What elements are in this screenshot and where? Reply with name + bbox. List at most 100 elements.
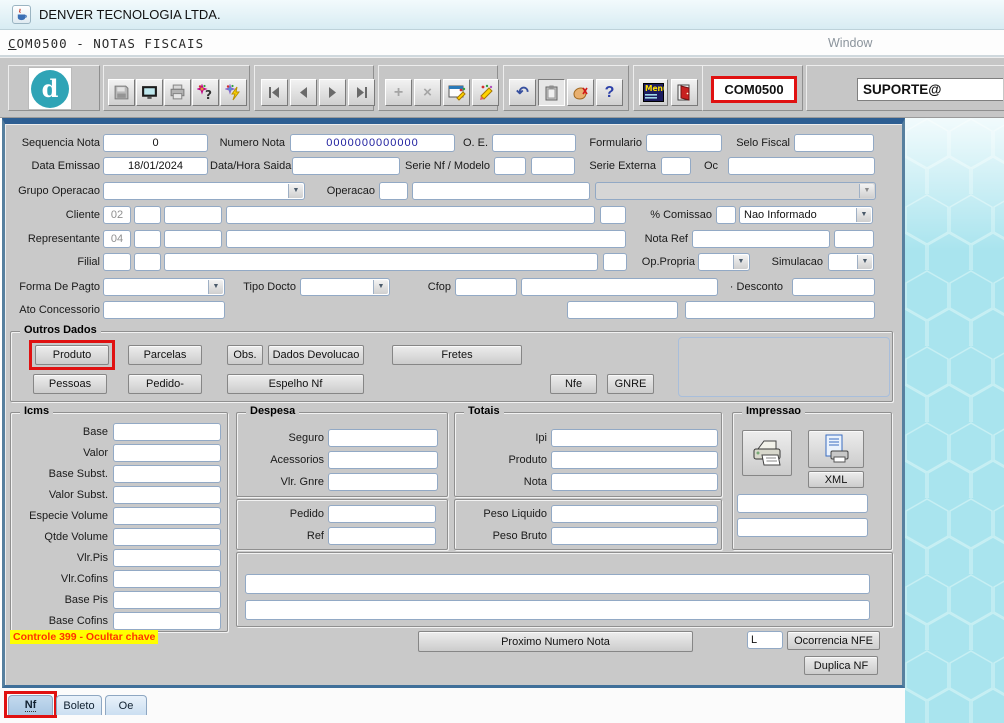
espelho-nf-button[interactable]: Espelho Nf [227,374,364,394]
field-vlr-pis[interactable] [113,549,221,567]
query-help-button[interactable]: ? [192,79,219,106]
field-desconto[interactable] [792,278,875,296]
tab-nf[interactable]: Nf [8,695,53,715]
xml-button[interactable]: XML [808,471,864,488]
field-total-produto[interactable] [551,451,718,469]
field-cfop-desc[interactable] [521,278,718,296]
dropdown-comissao[interactable]: Nao Informado ▼ [739,206,873,224]
cancel-button[interactable] [567,79,594,106]
field-base-cofins[interactable] [113,612,221,630]
obs-button[interactable]: Obs. [227,345,263,365]
field-icms-valor-subst[interactable] [113,486,221,504]
field-pedido[interactable] [328,505,436,523]
field-ato-extra1[interactable] [567,301,678,319]
field-observacao-2[interactable] [245,600,870,620]
field-icms-base-subst[interactable] [113,465,221,483]
field-impressao-2[interactable] [737,518,868,537]
field-ipi[interactable] [551,429,718,447]
field-nota-ref-serie[interactable] [834,230,874,248]
save-button[interactable] [108,79,135,106]
field-qtde-volume[interactable] [113,528,221,546]
prev-record-button[interactable] [290,79,317,106]
chevron-down-icon[interactable]: ▼ [856,208,871,222]
execute-button[interactable] [220,79,247,106]
field-cliente-uf[interactable] [600,206,626,224]
exit-button[interactable] [671,79,698,106]
field-l[interactable]: L [747,631,783,649]
field-ato-extra2[interactable] [685,301,875,319]
delete-record-button[interactable]: × [414,79,441,106]
field-cliente-tipo[interactable]: 02 [103,206,131,224]
field-cliente-cod1[interactable] [134,206,161,224]
field-serie-nf[interactable] [494,157,526,175]
pessoas-button[interactable]: Pessoas [33,374,107,394]
field-numero-nota[interactable]: 0000000000000 [290,134,455,152]
imprimir-button[interactable] [742,430,792,476]
field-icms-base[interactable] [113,423,221,441]
field-representante-tipo[interactable]: 04 [103,230,131,248]
field-selo-fiscal[interactable] [794,134,874,152]
next-record-button[interactable] [319,79,346,106]
chevron-down-icon[interactable]: ▼ [857,255,872,269]
field-operacao-cod[interactable] [379,182,408,200]
field-cliente-nome[interactable] [226,206,595,224]
parcelas-button[interactable]: Parcelas [128,345,202,365]
field-nota-ref[interactable] [692,230,830,248]
field-operacao-desc[interactable] [412,182,590,200]
imprimir-xml-button[interactable] [808,430,864,468]
field-observacao-1[interactable] [245,574,870,594]
tab-oe[interactable]: Oe [105,695,147,715]
dropdown-simulacao[interactable]: ▼ [828,253,874,271]
enter-query-button[interactable] [443,79,470,106]
field-cliente-cod2[interactable] [164,206,222,224]
pedido-button[interactable]: Pedido- [128,374,202,394]
field-representante-nome[interactable] [226,230,626,248]
field-icms-valor[interactable] [113,444,221,462]
field-ato-concessorio[interactable] [103,301,225,319]
paste-button[interactable] [538,79,565,106]
chevron-down-icon[interactable]: ▼ [208,280,223,294]
gnre-button[interactable]: GNRE [607,374,654,394]
field-impressao-1[interactable] [737,494,868,513]
field-representante-cod1[interactable] [134,230,161,248]
field-total-nota[interactable] [551,473,718,491]
screen-button[interactable] [136,79,163,106]
field-data-emissao[interactable]: 18/01/2024 [103,157,208,175]
duplica-nf-button[interactable]: Duplica NF [804,656,878,675]
field-sequencia-nota[interactable]: 0 [103,134,208,152]
field-oe[interactable] [492,134,576,152]
dropdown-grupo-operacao[interactable]: ▼ [103,182,305,200]
field-filial-nome[interactable] [164,253,598,271]
field-filial-cod2[interactable] [134,253,161,271]
dados-devolucao-button[interactable]: Dados Devolucao [268,345,364,365]
field-oc[interactable] [728,157,875,175]
user-field[interactable]: SUPORTE@ [857,78,1003,101]
add-record-button[interactable]: + [385,79,412,106]
field-peso-bruto[interactable] [551,527,718,545]
dropdown-op-propria[interactable]: ▼ [698,253,750,271]
menu-window[interactable]: Window [828,36,872,50]
field-seguro[interactable] [328,429,438,447]
denver-logo[interactable]: d [28,67,72,110]
field-vlr-cofins[interactable] [113,570,221,588]
last-record-button[interactable] [348,79,375,106]
field-filial-uf[interactable] [603,253,627,271]
field-representante-cod2[interactable] [164,230,222,248]
nfe-button[interactable]: Nfe [550,374,597,394]
field-especie-volume[interactable] [113,507,221,525]
proximo-numero-nota-button[interactable]: Proximo Numero Nota [418,631,693,652]
tab-boleto[interactable]: Boleto [56,695,102,715]
chevron-down-icon[interactable]: ▼ [373,280,388,294]
field-cfop[interactable] [455,278,517,296]
dropdown-forma-pagto[interactable]: ▼ [103,278,225,296]
produto-button[interactable]: Produto [35,345,109,365]
field-formulario[interactable] [646,134,722,152]
fretes-button[interactable]: Fretes [392,345,522,365]
ocorrencia-nfe-button[interactable]: Ocorrencia NFE [787,631,880,650]
field-modelo[interactable] [531,157,575,175]
chevron-down-icon[interactable]: ▼ [288,184,303,198]
undo-button[interactable]: ↶ [509,79,536,106]
field-acessorios[interactable] [328,451,438,469]
print-button[interactable] [164,79,191,106]
field-comissao-pct[interactable] [716,206,736,224]
